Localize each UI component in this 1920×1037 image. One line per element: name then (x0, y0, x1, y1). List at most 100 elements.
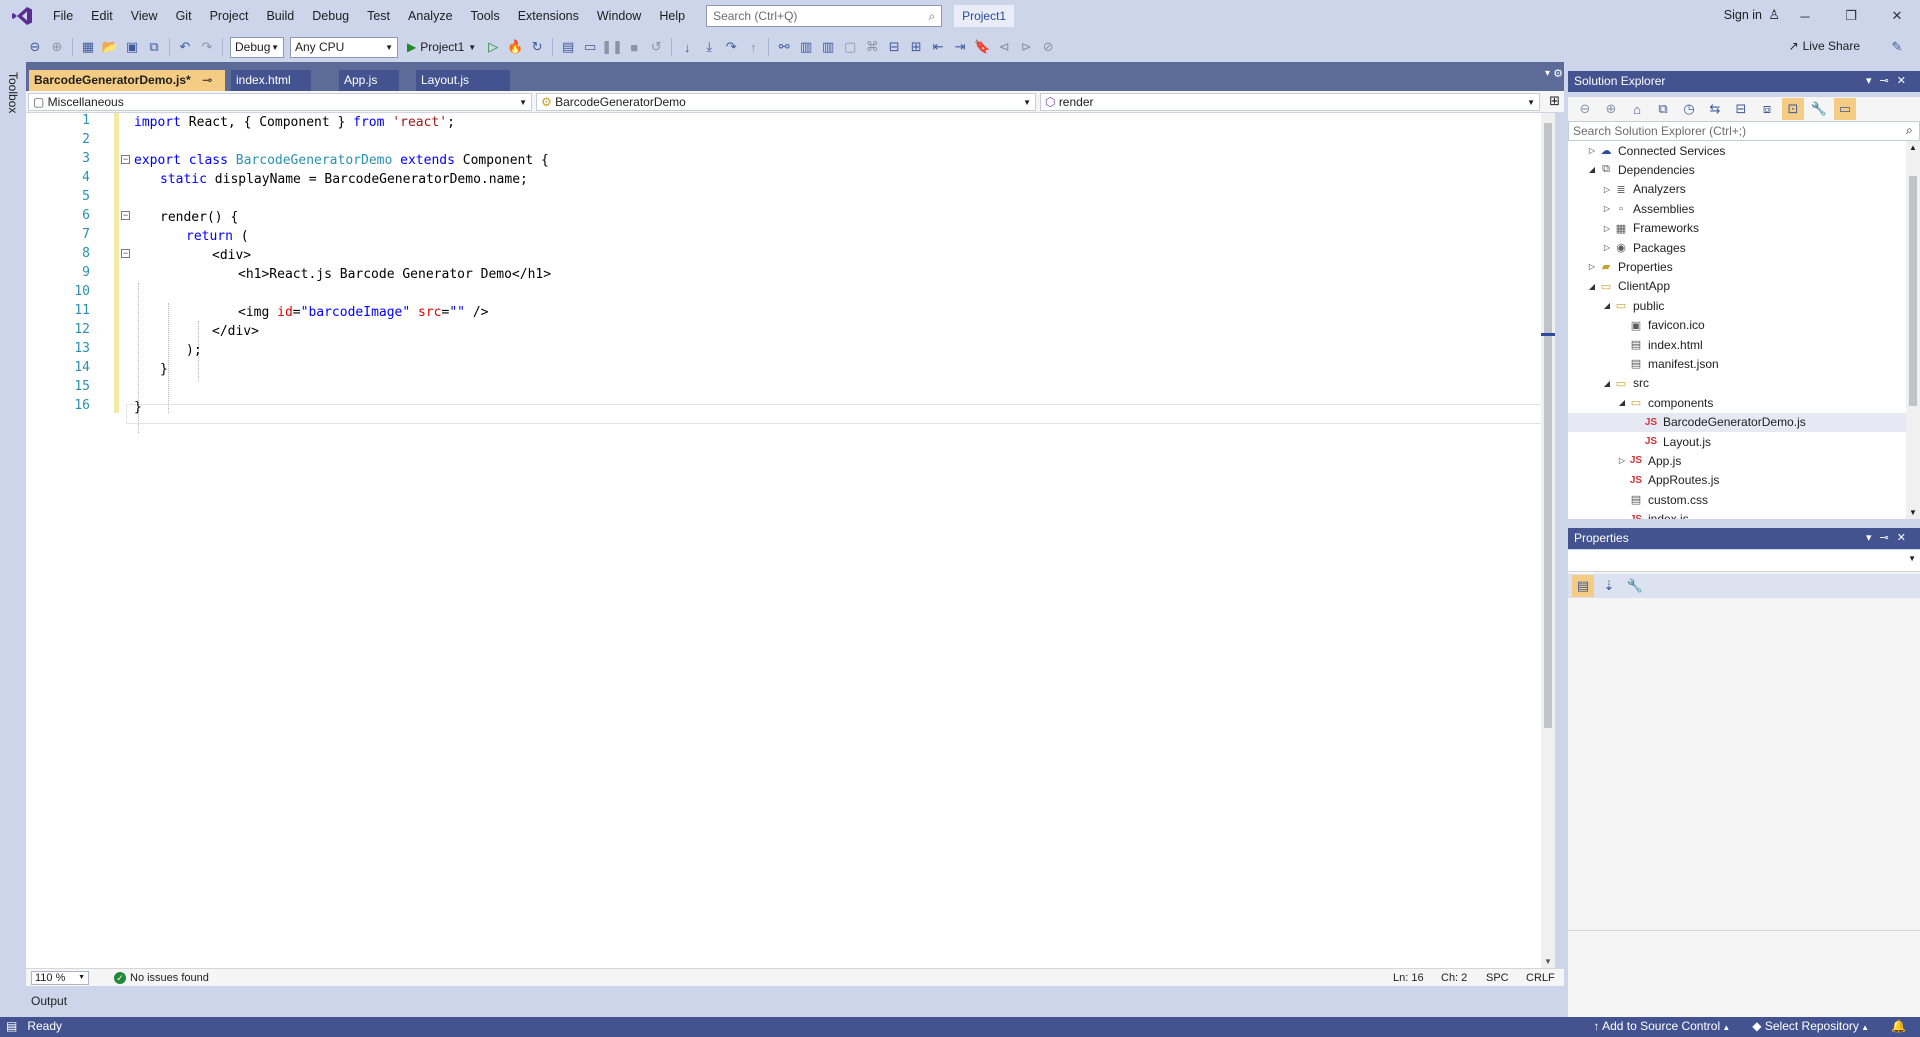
tab-index-html[interactable]: index.html (231, 70, 311, 91)
close-window-button[interactable]: ✕ (1874, 0, 1920, 32)
panel-controls[interactable]: ▾⊸✕ (1866, 71, 1914, 92)
build-icon[interactable]: ▥ (795, 36, 817, 58)
expanded-arrow-icon[interactable]: ◢ (1586, 282, 1598, 291)
tree-item[interactable]: ▤ manifest.json (1568, 354, 1906, 373)
redo-icon[interactable]: ↷ (196, 36, 218, 58)
categorized-icon[interactable]: ▤ (1572, 575, 1594, 597)
account-icon[interactable]: ♙ (1768, 7, 1780, 23)
hot-reload-icon[interactable]: 🔥 (504, 36, 526, 58)
tree-item[interactable]: ▤ index.html (1568, 335, 1906, 354)
uncomment-icon[interactable]: ⊞ (905, 36, 927, 58)
restore-button[interactable]: ❐ (1828, 0, 1874, 32)
collapsed-arrow-icon[interactable]: ▷ (1601, 243, 1613, 252)
spacing-indicator[interactable]: SPC (1486, 972, 1509, 984)
restart-icon[interactable]: ↺ (645, 36, 667, 58)
menu-view[interactable]: View (122, 0, 167, 32)
editor-vertical-scrollbar[interactable]: ▼ (1541, 113, 1555, 968)
output-tab[interactable]: Output (31, 994, 67, 1008)
refresh-icon[interactable]: ↻ (526, 36, 548, 58)
tree-item[interactable]: ▷ ≣ Analyzers (1568, 180, 1906, 199)
menu-project[interactable]: Project (201, 0, 258, 32)
menu-test[interactable]: Test (358, 0, 399, 32)
menu-edit[interactable]: Edit (82, 0, 122, 32)
column-indicator[interactable]: Ch: 2 (1441, 972, 1467, 984)
menu-window[interactable]: Window (588, 0, 650, 32)
tree-item[interactable]: JS Layout.js (1568, 432, 1906, 451)
pause-icon[interactable]: ❚❚ (601, 36, 623, 58)
status-output-icon[interactable]: ▤ (6, 1019, 17, 1033)
scroll-down-icon[interactable]: ▼ (1544, 957, 1552, 966)
tab-barcode-generator-demo[interactable]: BarcodeGeneratorDemo.js* ⊸ ✕ (29, 70, 225, 108)
next-bookmark-icon[interactable]: ⊳ (1015, 36, 1037, 58)
tree-item[interactable]: ◢ ▭ src (1568, 374, 1906, 393)
collapsed-arrow-icon[interactable]: ▷ (1616, 456, 1628, 465)
tab-overflow-icon[interactable]: ▾ (1545, 68, 1550, 79)
tab-app-js[interactable]: App.js (339, 70, 399, 91)
add-to-source-control-button[interactable]: ↑ Add to Source Control ▲ (1593, 1019, 1730, 1033)
menu-help[interactable]: Help (650, 0, 694, 32)
tree-item[interactable]: ◢ ▭ ClientApp (1568, 277, 1906, 296)
menu-extensions[interactable]: Extensions (509, 0, 588, 32)
tree-item[interactable]: JS AppRoutes.js (1568, 471, 1906, 490)
collapsed-arrow-icon[interactable]: ▷ (1586, 262, 1598, 271)
member-dropdown[interactable]: ⬡ render ▼ (1040, 93, 1540, 111)
minimize-button[interactable]: ─ (1782, 0, 1828, 32)
expanded-arrow-icon[interactable]: ◢ (1601, 379, 1613, 388)
tree-item[interactable]: ▷ ◉ Packages (1568, 238, 1906, 257)
object-selector-dropdown[interactable]: ▼ (1568, 550, 1920, 572)
sync-icon[interactable]: ⇆ (1704, 98, 1726, 120)
switch-views-icon[interactable]: ⧉ (1652, 98, 1674, 120)
back-icon[interactable]: ⊖ (1574, 98, 1596, 120)
tree-item[interactable]: ▷ ☁ Connected Services (1568, 141, 1906, 160)
tree-item[interactable]: ◢ ▭ components (1568, 393, 1906, 412)
open-file-icon[interactable]: 📂 (99, 36, 121, 58)
layout-icon[interactable]: ▭ (579, 36, 601, 58)
menu-file[interactable]: File (44, 0, 82, 32)
step-into-icon[interactable]: ↓ (676, 36, 698, 58)
tree-item[interactable]: ▤ custom.css (1568, 490, 1906, 509)
tree-item[interactable]: JS index.js (1568, 510, 1906, 519)
expanded-arrow-icon[interactable]: ◢ (1601, 301, 1613, 310)
tree-item[interactable]: ▣ favicon.ico (1568, 316, 1906, 335)
collapse-icon[interactable]: − (121, 155, 130, 164)
tree-item[interactable]: ▷ ▦ Frameworks (1568, 219, 1906, 238)
line-ending-indicator[interactable]: CRLF (1526, 972, 1555, 984)
forward-icon[interactable]: ⊕ (46, 36, 68, 58)
scrollbar-thumb[interactable] (1909, 176, 1917, 406)
step-over-icon[interactable]: ⤓ (698, 36, 720, 58)
stop-icon[interactable]: ■ (623, 36, 645, 58)
clean-icon[interactable]: ▢ (839, 36, 861, 58)
bookmark-icon[interactable]: 🔖 (971, 36, 993, 58)
panel-controls[interactable]: ▾⊸✕ (1866, 528, 1914, 549)
properties-wrench-icon[interactable]: 🔧 (1808, 98, 1830, 120)
preview-selected-icon[interactable]: ⊡ (1782, 98, 1804, 120)
tree-item[interactable]: JS BarcodeGeneratorDemo.js (1568, 412, 1906, 432)
menu-tools[interactable]: Tools (462, 0, 509, 32)
collapsed-arrow-icon[interactable]: ▷ (1601, 224, 1613, 233)
home-icon[interactable]: ⌂ (1626, 98, 1648, 120)
collapse-icon[interactable]: − (121, 211, 130, 220)
step-out-icon[interactable]: ↑ (742, 36, 764, 58)
pending-changes-icon[interactable]: ▭ (1834, 98, 1856, 120)
collapse-icon[interactable]: − (121, 249, 130, 258)
tab-layout-js[interactable]: Layout.js (416, 70, 510, 91)
undo-icon[interactable]: ↶ (174, 36, 196, 58)
clear-bookmarks-icon[interactable]: ⊘ (1037, 36, 1059, 58)
forward-icon[interactable]: ⊕ (1600, 98, 1622, 120)
zoom-dropdown[interactable]: 110 % ▼ (31, 971, 89, 985)
menu-build[interactable]: Build (257, 0, 303, 32)
history-icon[interactable]: ◷ (1678, 98, 1700, 120)
menu-git[interactable]: Git (167, 0, 201, 32)
collapsed-arrow-icon[interactable]: ▷ (1601, 185, 1613, 194)
browser-link-icon[interactable]: ▤ (557, 36, 579, 58)
scroll-up-icon[interactable]: ▲ (1909, 143, 1917, 152)
tree-item[interactable]: ◢ ▭ public (1568, 296, 1906, 315)
scrollbar-thumb[interactable] (1544, 123, 1552, 728)
start-without-debugging-icon[interactable]: ▷ (482, 36, 504, 58)
property-pages-icon[interactable]: 🔧 (1624, 575, 1646, 597)
toolbox-tab[interactable]: Toolbox (6, 72, 20, 113)
split-view-icon[interactable]: ⊞ (1549, 93, 1560, 109)
menu-analyze[interactable]: Analyze (399, 0, 461, 32)
indent-icon[interactable]: ⇥ (949, 36, 971, 58)
save-icon[interactable]: ▣ (121, 36, 143, 58)
